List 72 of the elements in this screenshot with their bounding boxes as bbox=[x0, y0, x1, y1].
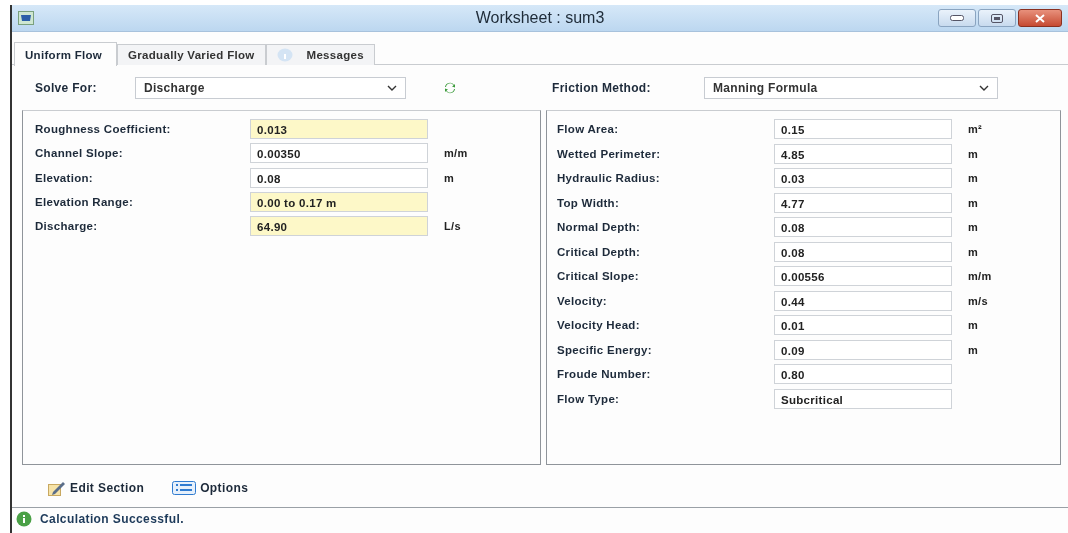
input-field[interactable]: 0.15 bbox=[774, 119, 952, 140]
field-label: Channel Slope: bbox=[35, 147, 124, 160]
status-message: Calculation Successful. bbox=[40, 512, 184, 526]
unit-label: m bbox=[968, 221, 979, 234]
unit-label: m/s bbox=[968, 294, 988, 307]
field-label: Specific Energy: bbox=[557, 343, 653, 356]
options-icon bbox=[172, 481, 197, 495]
field-label: Solve For: bbox=[35, 81, 98, 95]
info-icon bbox=[276, 48, 293, 62]
field-label: Velocity: bbox=[557, 294, 608, 307]
caret-icon bbox=[979, 85, 989, 91]
input-field[interactable]: 0.00 to 0.17 m bbox=[250, 192, 428, 213]
tab[interactable]: Messages bbox=[265, 44, 375, 65]
unit-label: m/m bbox=[444, 147, 468, 160]
field-label: Critical Slope: bbox=[557, 270, 640, 283]
field-label: Elevation Range: bbox=[35, 196, 135, 209]
maximize-icon bbox=[991, 13, 1003, 23]
field-label: Froude Number: bbox=[557, 368, 652, 381]
caret-icon bbox=[387, 85, 397, 91]
input-field[interactable]: 0.08 bbox=[774, 241, 952, 262]
unit-label: m bbox=[968, 245, 979, 258]
input-field[interactable]: 0.80 bbox=[774, 364, 952, 385]
unit-label: L/s bbox=[444, 220, 461, 233]
field-label: Top Width: bbox=[557, 196, 621, 209]
input-field[interactable]: 0.013 bbox=[250, 119, 428, 140]
dropdown[interactable]: Manning Formula bbox=[704, 77, 998, 99]
unit-label: m bbox=[968, 147, 979, 160]
field-label: Flow Type: bbox=[557, 392, 621, 405]
input-field[interactable]: Subcritical bbox=[774, 388, 952, 409]
close-icon bbox=[1035, 13, 1045, 23]
field-label: Normal Depth: bbox=[557, 221, 642, 234]
unit-label: m bbox=[968, 172, 979, 185]
input-field[interactable]: 0.03 bbox=[774, 168, 952, 189]
input-field[interactable]: 64.90 bbox=[250, 216, 428, 237]
input-field[interactable]: 4.77 bbox=[774, 192, 952, 213]
unit-label: m bbox=[968, 319, 979, 332]
toolbar-button[interactable]: Edit Section bbox=[48, 480, 145, 496]
input-field[interactable]: 0.00350 bbox=[250, 143, 428, 164]
dropdown[interactable]: Discharge bbox=[135, 77, 406, 99]
field-label: Critical Depth: bbox=[557, 245, 642, 258]
tab[interactable]: Uniform Flow bbox=[14, 42, 118, 66]
maximize-button[interactable] bbox=[978, 9, 1016, 27]
field-label: Flow Area: bbox=[557, 123, 620, 136]
unit-label: m bbox=[444, 171, 455, 184]
refresh-icon[interactable] bbox=[444, 82, 456, 94]
window-title: Worksheet : sum3 bbox=[475, 9, 605, 26]
field-label: Velocity Head: bbox=[557, 319, 641, 332]
unit-label: m² bbox=[968, 123, 983, 136]
unit-label: m bbox=[968, 196, 979, 209]
field-label: Friction Method: bbox=[552, 81, 652, 95]
input-field[interactable]: 0.08 bbox=[774, 217, 952, 238]
unit-label: m bbox=[968, 343, 979, 356]
field-label: Wetted Perimeter: bbox=[557, 147, 662, 160]
edit-section-icon bbox=[48, 480, 66, 496]
field-label: Roughness Coefficient: bbox=[35, 123, 172, 136]
input-field[interactable]: 0.01 bbox=[774, 315, 952, 336]
field-label: Discharge: bbox=[35, 220, 99, 233]
input-field[interactable]: 0.08 bbox=[250, 167, 428, 188]
input-field[interactable]: 0.00556 bbox=[774, 266, 952, 287]
input-field[interactable]: 4.85 bbox=[774, 143, 952, 164]
unit-label: m/m bbox=[968, 270, 992, 283]
field-label: Elevation: bbox=[35, 171, 94, 184]
input-field[interactable]: 0.44 bbox=[774, 290, 952, 311]
toolbar-button[interactable]: Options bbox=[172, 481, 249, 495]
minimize-icon bbox=[950, 15, 964, 21]
close-button[interactable] bbox=[1018, 9, 1062, 27]
field-label: Hydraulic Radius: bbox=[557, 172, 661, 185]
input-field[interactable]: 0.09 bbox=[774, 339, 952, 360]
tab[interactable]: Gradually Varied Flow bbox=[117, 44, 266, 65]
app-icon bbox=[18, 11, 34, 25]
info-icon bbox=[16, 511, 32, 527]
minimize-button[interactable] bbox=[938, 9, 976, 27]
